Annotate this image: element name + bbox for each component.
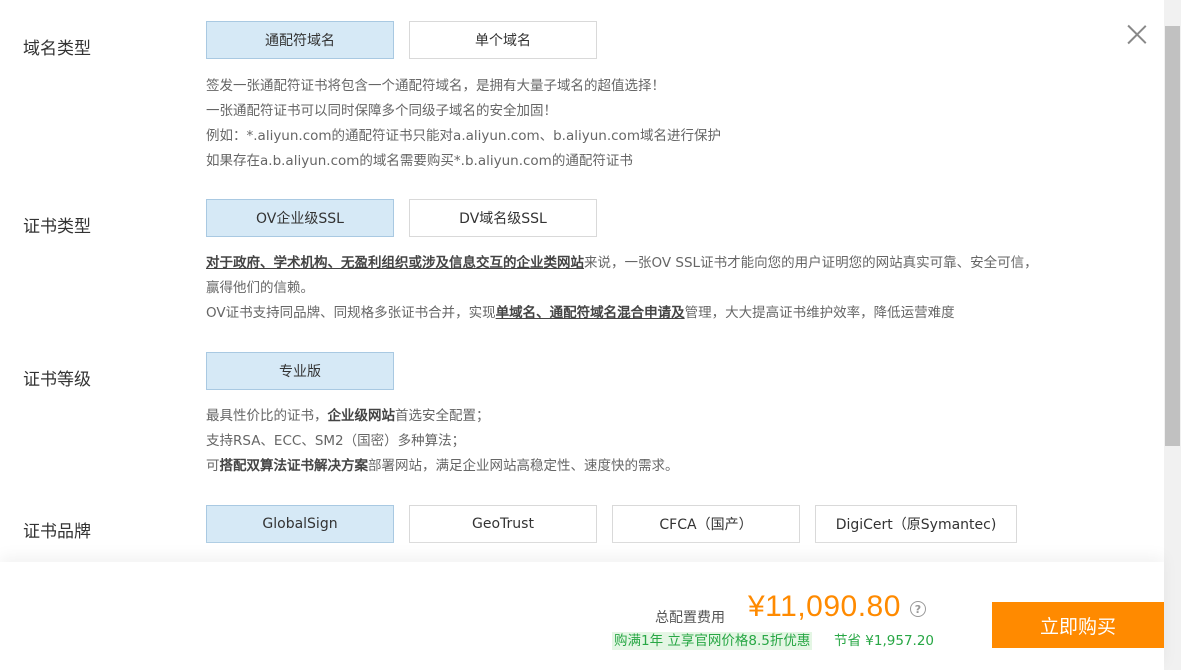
cert-level-label: 证书等级 xyxy=(23,370,91,390)
desc-line: 一张通配符证书可以同时保障多个同级子域名的安全加固！ xyxy=(206,103,557,119)
option-brand-globalsign[interactable]: GlobalSign xyxy=(206,505,394,543)
desc-emphasis: 企业级网站 xyxy=(327,408,396,424)
desc-line: 如果存在a.b.aliyun.com的域名需要购买*.b.aliyun.com的… xyxy=(206,153,633,169)
desc-line: 最具性价比的证书，企业级网站首选安全配置； xyxy=(206,404,1131,429)
close-icon[interactable] xyxy=(1126,24,1148,46)
desc-line: 可搭配双算法证书解决方案部署网站，满足企业网站高稳定性、速度快的需求。 xyxy=(206,454,1131,479)
domain-type-label: 域名类型 xyxy=(23,39,91,59)
help-icon[interactable]: ? xyxy=(910,601,926,617)
desc-text: 可 xyxy=(206,458,220,474)
total-price: ¥11,090.80 xyxy=(748,590,901,623)
option-single-domain[interactable]: 单个域名 xyxy=(409,21,597,59)
option-brand-digicert[interactable]: DigiCert（原Symantec) xyxy=(815,505,1017,543)
desc-text: 部署网站，满足企业网站高稳定性、速度快的需求。 xyxy=(368,458,679,474)
cert-type-description: 对于政府、学术机构、无盈利组织或涉及信息交互的企业类网站来说，一张OV SSL证… xyxy=(206,251,1131,326)
desc-line: OV证书支持同品牌、同规格多张证书合并，实现单域名、通配符域名混合申请及管理，大… xyxy=(206,301,1131,326)
price-footer: 总配置费用 ¥11,090.80 ? 购满1年 立享官网价格8.5折优惠 节省 … xyxy=(0,562,1164,670)
option-wildcard-domain[interactable]: 通配符域名 xyxy=(206,21,394,59)
cert-brand-label: 证书品牌 xyxy=(23,522,91,542)
desc-line: 例如：*.aliyun.com的通配符证书只能对a.aliyun.com、b.a… xyxy=(206,128,721,144)
desc-emphasis: 对于政府、学术机构、无盈利组织或涉及信息交互的企业类网站 xyxy=(206,255,584,271)
desc-text: 管理，大大提高证书维护效率，降低运营难度 xyxy=(684,305,955,321)
domain-type-description: 签发一张通配符证书将包含一个通配符域名，是拥有大量子域名的超值选择！ 一张通配符… xyxy=(206,74,1131,174)
option-professional[interactable]: 专业版 xyxy=(206,352,394,390)
desc-line: 赢得他们的信赖。 xyxy=(206,280,314,296)
desc-text: 来说，一张OV SSL证书才能向您的用户证明您的网站真实可靠、安全可信， xyxy=(584,255,1038,271)
desc-emphasis: 搭配双算法证书解决方案 xyxy=(219,458,369,474)
desc-emphasis: 单域名、通配符域名混合申请及 xyxy=(495,305,685,321)
desc-text: 最具性价比的证书， xyxy=(206,408,328,424)
scrollbar-thumb[interactable] xyxy=(1165,26,1180,446)
promo-badge: 购满1年 立享官网价格8.5折优惠 xyxy=(612,632,813,650)
desc-line: 对于政府、学术机构、无盈利组织或涉及信息交互的企业类网站来说，一张OV SSL证… xyxy=(206,251,1131,276)
option-brand-cfca[interactable]: CFCA（国产） xyxy=(612,505,800,543)
option-brand-geotrust[interactable]: GeoTrust xyxy=(409,505,597,543)
ssl-purchase-dialog: 域名类型 通配符域名 单个域名 签发一张通配符证书将包含一个通配符域名，是拥有大… xyxy=(0,0,1181,670)
desc-text: OV证书支持同品牌、同规格多张证书合并，实现 xyxy=(206,305,496,321)
desc-line: 支持RSA、ECC、SM2（国密）多种算法； xyxy=(206,433,466,449)
desc-line: 签发一张通配符证书将包含一个通配符域名，是拥有大量子域名的超值选择！ xyxy=(206,78,665,94)
option-dv-ssl[interactable]: DV域名级SSL xyxy=(409,199,597,237)
total-cost-label: 总配置费用 xyxy=(655,610,725,626)
cert-level-description: 最具性价比的证书，企业级网站首选安全配置； 支持RSA、ECC、SM2（国密）多… xyxy=(206,404,1131,479)
cert-type-label: 证书类型 xyxy=(23,217,91,237)
savings-text: 节省 ¥1,957.20 xyxy=(834,633,934,649)
buy-now-button[interactable]: 立即购买 xyxy=(992,602,1164,648)
option-ov-ssl[interactable]: OV企业级SSL xyxy=(206,199,394,237)
scrollbar[interactable] xyxy=(1164,0,1181,670)
desc-text: 首选安全配置； xyxy=(395,408,490,424)
